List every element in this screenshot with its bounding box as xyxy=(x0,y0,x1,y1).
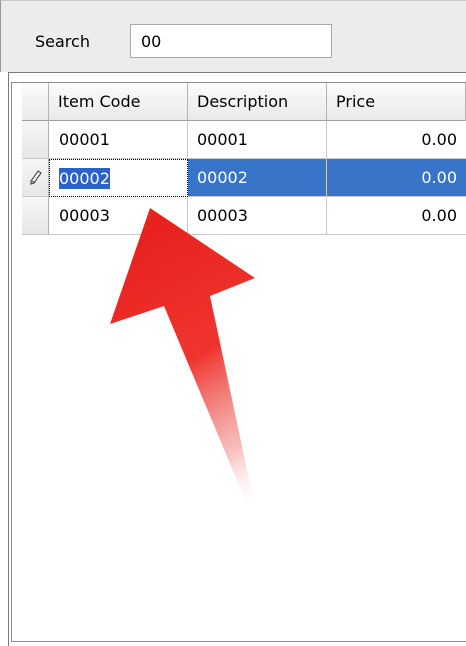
header-indicator-cell xyxy=(22,83,49,121)
row-indicator-cell[interactable] xyxy=(22,159,49,197)
search-input[interactable] xyxy=(130,24,332,58)
price-cell[interactable]: 0.00 xyxy=(327,197,466,235)
column-header-description[interactable]: Description xyxy=(188,83,327,121)
search-label: Search xyxy=(35,32,90,51)
search-panel: Search xyxy=(0,0,466,72)
table-row[interactable]: 00001 00001 0.00 xyxy=(22,121,466,159)
row-indicator-cell[interactable] xyxy=(22,197,49,235)
row-indicator-cell[interactable] xyxy=(22,121,49,159)
table-row-selected[interactable]: 00002 00002 0.00 xyxy=(22,159,466,197)
item-code-edit-text[interactable]: 00002 xyxy=(59,168,110,189)
description-cell[interactable]: 00001 xyxy=(188,121,327,159)
price-cell[interactable]: 0.00 xyxy=(327,159,466,197)
table-row[interactable]: 00003 00003 0.00 xyxy=(22,197,466,235)
item-code-cell[interactable]: 00003 xyxy=(49,197,188,235)
item-code-cell[interactable]: 00001 xyxy=(49,121,188,159)
column-header-price[interactable]: Price xyxy=(327,83,466,121)
column-header-item-code[interactable]: Item Code xyxy=(49,83,188,121)
description-cell[interactable]: 00002 xyxy=(188,159,327,197)
grid-header-row: Item Code Description Price xyxy=(22,83,466,121)
pencil-icon xyxy=(30,170,42,185)
description-cell[interactable]: 00003 xyxy=(188,197,327,235)
item-code-cell-editing[interactable]: 00002 xyxy=(49,159,188,197)
price-cell[interactable]: 0.00 xyxy=(327,121,466,159)
